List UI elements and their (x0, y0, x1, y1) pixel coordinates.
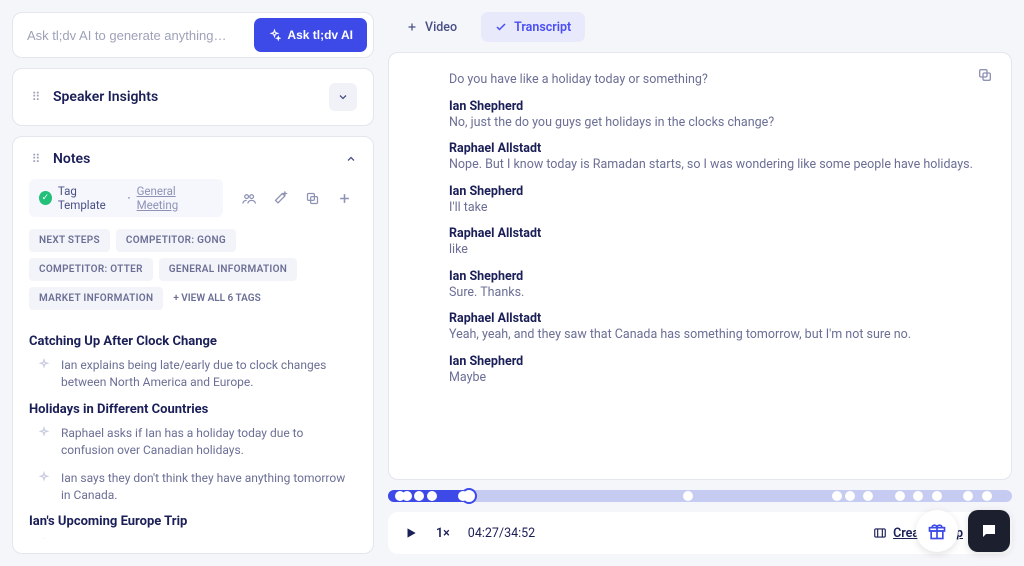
sparkle-icon (268, 29, 281, 42)
timeline-mark[interactable] (458, 491, 468, 501)
chat-support-button[interactable] (968, 510, 1010, 552)
timeline-mark[interactable] (427, 491, 437, 501)
transcript-panel: Do you have like a holiday today or some… (388, 52, 1012, 480)
transcript-item[interactable]: Ian ShepherdMaybe (449, 354, 991, 387)
tag-chip[interactable]: MARKET INFORMATION (29, 287, 163, 310)
sparkle-icon (37, 471, 51, 505)
transcript-line: Yeah, yeah, and they saw that Canada has… (449, 326, 991, 344)
tag-chip[interactable]: NEXT STEPS (29, 229, 110, 252)
transcript-item[interactable]: Raphael AllstadtNope. But I know today i… (449, 141, 991, 174)
magic-wand-button[interactable] (267, 184, 293, 212)
tag-template-button[interactable]: ✓ Tag Template · General Meeting (29, 179, 223, 217)
tags-row: NEXT STEPS COMPETITOR: GONG COMPETITOR: OT… (29, 229, 357, 310)
add-button[interactable] (331, 184, 357, 212)
timeline-mark[interactable] (982, 491, 992, 501)
play-button[interactable] (404, 526, 418, 540)
notes-title: Notes (53, 151, 335, 167)
timeline[interactable] (388, 490, 1012, 502)
transcript-item[interactable]: Do you have like a holiday today or some… (449, 71, 991, 89)
notes-card: ⠿ Notes ✓ Tag Template · General Meeting (12, 136, 374, 554)
transcript-speaker: Ian Shepherd (449, 269, 991, 284)
section-title: Holidays in Different Countries (29, 402, 355, 417)
transcript-line: Sure. Thanks. (449, 284, 991, 302)
check-icon: ✓ (39, 191, 52, 205)
transcript-speaker: Raphael Allstadt (449, 311, 991, 326)
timeline-mark[interactable] (863, 491, 873, 501)
tag-template-link: General Meeting (137, 184, 214, 212)
transcript-item[interactable]: Ian ShepherdNo, just the do you guys get… (449, 99, 991, 132)
copy-button[interactable] (299, 184, 325, 212)
timeline-mark[interactable] (832, 491, 842, 501)
notes-toggle[interactable]: ⠿ Notes (29, 151, 357, 167)
tab-transcript-label: Transcript (514, 20, 571, 35)
transcript-speaker: Raphael Allstadt (449, 226, 991, 241)
transcript-line: No, just the do you guys get holidays in… (449, 114, 991, 132)
transcript-line: I'll take (449, 199, 991, 217)
transcript-speaker: Ian Shepherd (449, 184, 991, 199)
timeline-mark[interactable] (895, 491, 905, 501)
drag-icon: ⠿ (29, 152, 43, 166)
note-text: Ian says they don't think they have anyt… (61, 470, 355, 505)
transcript-item[interactable]: Raphael AllstadtYeah, yeah, and they saw… (449, 311, 991, 344)
tag-chip[interactable]: GENERAL INFORMATION (159, 258, 297, 281)
transcript-line: Do you have like a holiday today or some… (449, 71, 991, 89)
timeline-mark[interactable] (913, 491, 923, 501)
transcript-speaker: Ian Shepherd (449, 354, 991, 369)
tab-video-label: Video (425, 20, 457, 35)
note-bullet[interactable]: Raphael asks if Ian has a holiday today … (29, 425, 355, 460)
transcript-item[interactable]: Ian ShepherdI'll take (449, 184, 991, 217)
chevron-down-icon[interactable] (329, 83, 357, 111)
gift-button[interactable] (916, 510, 958, 552)
section-title: Catching Up After Clock Change (29, 334, 355, 349)
speaker-insights-title: Speaker Insights (53, 89, 319, 105)
transcript-line: Maybe (449, 369, 991, 387)
transcript-speaker: Raphael Allstadt (449, 141, 991, 156)
speaker-insights-card: ⠿ Speaker Insights (12, 68, 374, 126)
transcript-speaker: Ian Shepherd (449, 99, 991, 114)
check-icon (495, 21, 507, 33)
speaker-insights-toggle[interactable]: ⠿ Speaker Insights (29, 83, 357, 111)
transcript-line: like (449, 241, 991, 259)
plus-icon (406, 21, 418, 33)
ask-ai-button[interactable]: Ask tl;dv AI (254, 18, 367, 52)
share-button[interactable] (235, 184, 261, 212)
timeline-mark[interactable] (932, 491, 942, 501)
note-bullet[interactable]: Raphael asks how Ian's trip to Europe is… (29, 537, 355, 539)
sparkle-icon (37, 538, 51, 539)
transcript-item[interactable]: Raphael Allstadtlike (449, 226, 991, 259)
section-title: Ian's Upcoming Europe Trip (29, 514, 355, 529)
copy-transcript-button[interactable] (977, 67, 993, 83)
ai-prompt-input[interactable] (27, 28, 246, 43)
ai-prompt-bar: Ask tl;dv AI (12, 12, 374, 58)
transcript-line: Nope. But I know today is Ramadan starts… (449, 156, 991, 174)
playback-speed[interactable]: 1× (436, 526, 450, 541)
chevron-up-icon[interactable] (345, 153, 357, 165)
view-all-tags[interactable]: + VIEW ALL 6 TAGS (169, 287, 264, 310)
note-bullet[interactable]: Ian explains being late/early due to clo… (29, 357, 355, 392)
note-text: Ian explains being late/early due to clo… (61, 357, 355, 392)
tab-transcript[interactable]: Transcript (481, 12, 585, 42)
drag-icon: ⠿ (29, 90, 43, 104)
tag-chip[interactable]: COMPETITOR: OTTER (29, 258, 153, 281)
tabs: Video Transcript (388, 12, 1012, 42)
timeline-mark[interactable] (683, 491, 693, 501)
tag-template-label: Tag Template (58, 184, 122, 212)
tag-chip[interactable]: COMPETITOR: GONG (116, 229, 236, 252)
timeline-mark[interactable] (845, 491, 855, 501)
notes-sections: Catching Up After Clock Change Ian explai… (29, 324, 357, 539)
note-text: Raphael asks if Ian has a holiday today … (61, 425, 355, 460)
notes-toolbar: ✓ Tag Template · General Meeting (29, 179, 357, 217)
ask-ai-label: Ask tl;dv AI (287, 28, 353, 42)
playback-time: 04:27/34:52 (468, 526, 535, 541)
timeline-mark[interactable] (963, 491, 973, 501)
sparkle-icon (37, 426, 51, 460)
note-bullet[interactable]: Ian says they don't think they have anyt… (29, 470, 355, 505)
tab-video[interactable]: Video (392, 12, 471, 42)
note-text: Raphael asks how Ian's trip to Europe is… (61, 537, 355, 539)
timeline-mark[interactable] (402, 491, 412, 501)
sparkle-icon (37, 358, 51, 392)
transcript-item[interactable]: Ian ShepherdSure. Thanks. (449, 269, 991, 302)
